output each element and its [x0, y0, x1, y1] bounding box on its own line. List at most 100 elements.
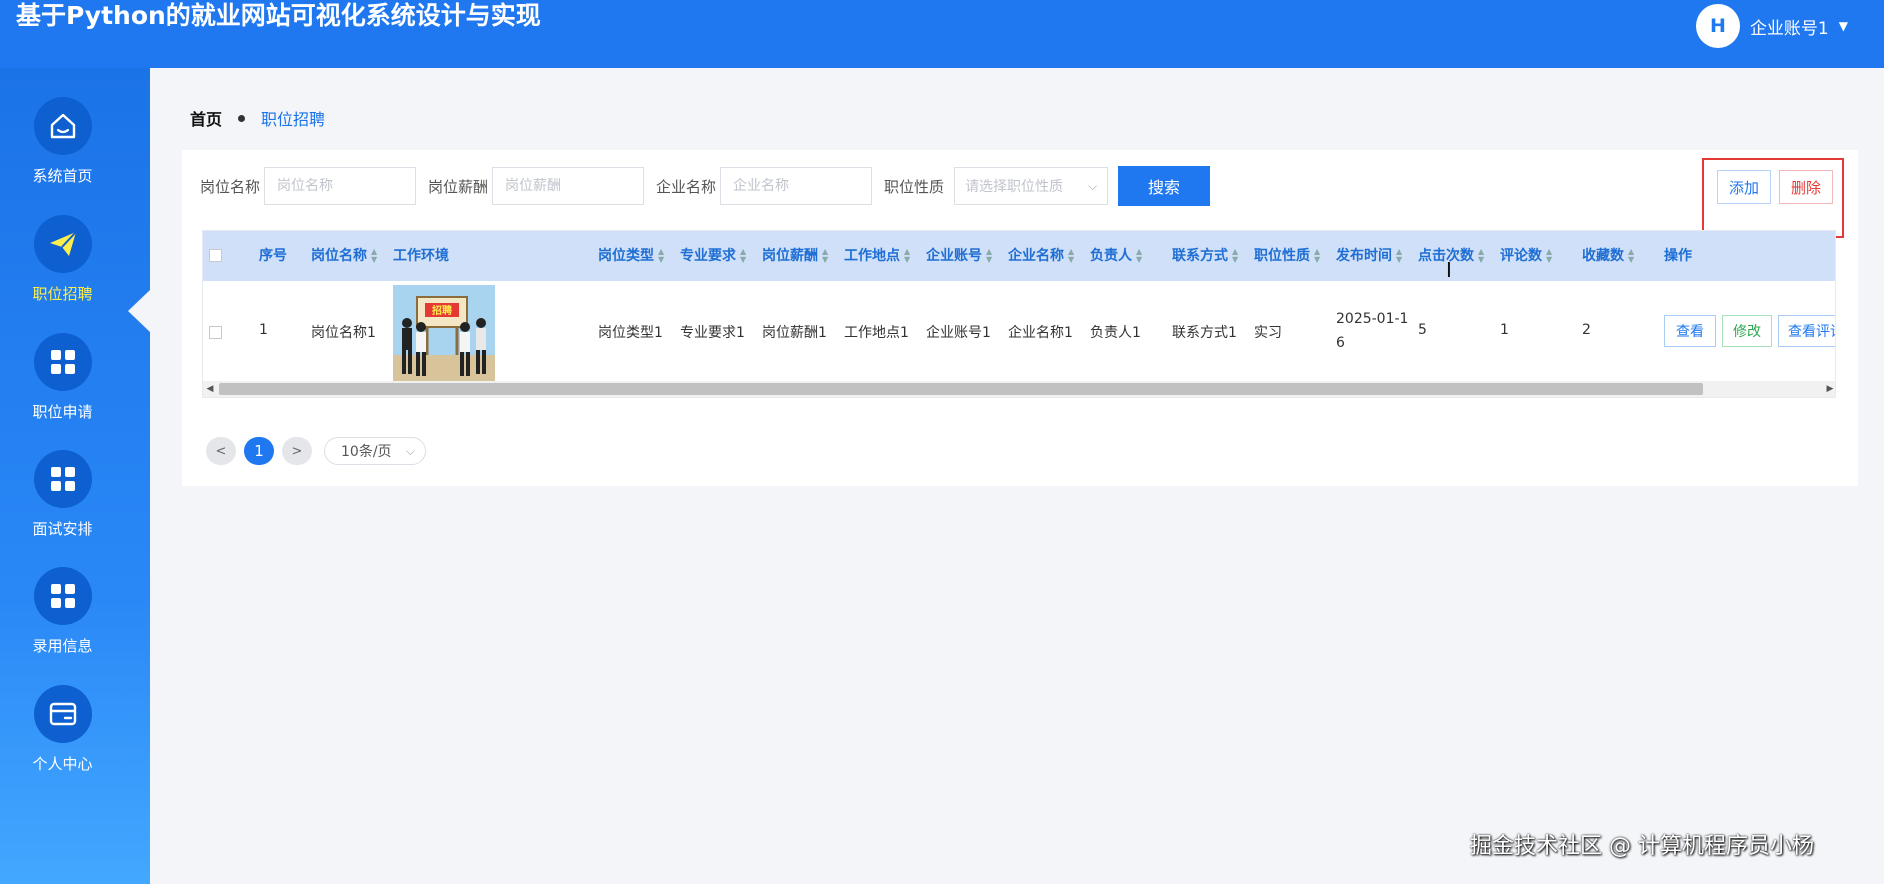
- cell-job-type: 岗位类型1: [598, 325, 663, 341]
- cell-favorites: 2: [1582, 322, 1591, 338]
- prev-page-button[interactable]: <: [206, 437, 236, 465]
- text-cursor-icon: I: [1446, 258, 1452, 282]
- column-header[interactable]: 专业要求 ▲ ▼: [680, 231, 746, 281]
- company-name-input[interactable]: [720, 167, 873, 205]
- select-all-checkbox[interactable]: [209, 249, 222, 262]
- job-table: 序号 岗位名称 ▲ ▼ 工作环境 岗位类型 ▲ ▼ 专业要求 ▲ ▼ 岗位薪酬 ▲ ▼ 工作地点…: [202, 230, 1836, 398]
- cell-comments: 1: [1500, 322, 1509, 338]
- scrollbar-thumb[interactable]: [219, 383, 1703, 395]
- user-name: 企业账号1: [1749, 18, 1829, 39]
- sort-icon: ▲ ▼: [740, 247, 747, 264]
- column-header[interactable]: 企业账号 ▲ ▼: [926, 231, 992, 281]
- column-header[interactable]: 发布时间 ▲ ▼: [1336, 231, 1402, 281]
- column-header[interactable]: 岗位类型 ▲ ▼: [598, 231, 664, 281]
- sidebar-item-label: 系统首页: [32, 167, 93, 185]
- table-row: 1 岗位名称1 招聘 岗位类型1 专业要求1 岗位薪酬1 工作地点1 企业账号1…: [203, 281, 1835, 387]
- column-header[interactable]: 收藏数 ▲ ▼: [1582, 231, 1634, 281]
- company-logo: H: [1695, 4, 1740, 48]
- grid-icon: [33, 567, 92, 625]
- sidebar-item-label: 面试安排: [32, 520, 93, 538]
- main-panel: 岗位名称 岗位薪酬 企业名称 职位性质 请选择职位性质 ⌵ 搜索 添加 删除 序…: [182, 150, 1858, 486]
- page-number-button[interactable]: 1: [244, 437, 274, 465]
- column-header[interactable]: 联系方式 ▲ ▼: [1172, 231, 1238, 281]
- column-header[interactable]: 岗位名称 ▲ ▼: [311, 231, 377, 281]
- cell-company-account: 企业账号1: [926, 325, 991, 341]
- edit-button[interactable]: 修改: [1722, 315, 1772, 347]
- search-button[interactable]: 搜索: [1118, 166, 1211, 206]
- svg-text:招聘: 招聘: [432, 304, 452, 317]
- sort-icon: ▲ ▼: [1546, 247, 1553, 264]
- sort-icon: ▲ ▼: [1232, 247, 1239, 264]
- home-icon: [33, 97, 92, 155]
- cell-location: 工作地点1: [844, 325, 909, 341]
- next-page-button[interactable]: >: [282, 437, 312, 465]
- user-menu[interactable]: H 企业账号1 ▼: [1695, 4, 1848, 48]
- cell-contact: 联系方式1: [1172, 325, 1237, 341]
- watermark: 掘金技术社区 @ 计算机程序员小杨: [1470, 834, 1814, 859]
- column-header[interactable]: 评论数 ▲ ▼: [1500, 231, 1552, 281]
- search-label-job-name: 岗位名称: [200, 177, 261, 196]
- sidebar-item-home[interactable]: 系统首页: [0, 92, 125, 202]
- scroll-left-icon[interactable]: ◀: [203, 381, 217, 397]
- view-button[interactable]: 查看: [1664, 315, 1716, 347]
- top-bar: 基于Python的就业网站可视化系统设计与实现 H 企业账号1 ▼: [0, 0, 1884, 68]
- salary-input[interactable]: [492, 167, 645, 205]
- sidebar-item-offers[interactable]: 录用信息: [0, 562, 125, 672]
- column-header: 工作环境: [393, 248, 449, 264]
- sidebar-item-interviews[interactable]: 面试安排: [0, 445, 125, 555]
- breadcrumb: 首页 职位招聘: [190, 106, 325, 130]
- column-header[interactable]: 企业名称 ▲ ▼: [1008, 231, 1074, 281]
- cell-company-name: 企业名称1: [1008, 325, 1073, 341]
- sort-icon: ▲ ▼: [986, 247, 993, 264]
- job-nature-select[interactable]: 请选择职位性质 ⌵: [954, 167, 1109, 205]
- cell-clicks: 5: [1418, 322, 1427, 338]
- column-header[interactable]: 职位性质 ▲ ▼: [1254, 231, 1320, 281]
- cell-job-nature: 实习: [1254, 325, 1282, 341]
- page-size-select[interactable]: 10条/页 ⌵: [324, 437, 426, 465]
- sort-icon: ▲ ▼: [1628, 247, 1635, 264]
- page-size-value: 10条/页: [341, 444, 392, 460]
- scroll-right-icon[interactable]: ▶: [1823, 381, 1835, 397]
- table-header: 序号 岗位名称 ▲ ▼ 工作环境 岗位类型 ▲ ▼ 专业要求 ▲ ▼ 岗位薪酬 ▲ ▼ 工作地点…: [203, 231, 1835, 281]
- row-checkbox[interactable]: [209, 326, 222, 339]
- paper-plane-icon: [33, 215, 92, 273]
- sidebar-item-label: 个人中心: [32, 755, 93, 773]
- sidebar-item-profile[interactable]: 个人中心: [0, 680, 125, 790]
- view-comments-button[interactable]: 查看评论: [1778, 315, 1835, 347]
- search-label-salary: 岗位薪酬: [428, 177, 489, 196]
- column-header[interactable]: 岗位薪酬 ▲ ▼: [762, 231, 828, 281]
- cell-publish-time-line2: 6: [1336, 335, 1345, 351]
- cell-job-name: 岗位名称1: [311, 325, 376, 341]
- cell-publish-time-line1: 2025-01-1: [1336, 311, 1409, 327]
- card-icon: [33, 685, 92, 743]
- sort-icon: ▲ ▼: [1068, 247, 1075, 264]
- sort-icon: ▲ ▼: [904, 247, 911, 264]
- breadcrumb-home[interactable]: 首页: [190, 106, 222, 130]
- sidebar-item-jobs[interactable]: 职位招聘: [0, 210, 125, 320]
- breadcrumb-current: 职位招聘: [261, 110, 326, 129]
- sort-icon: ▲ ▼: [1478, 247, 1485, 264]
- work-environment-image[interactable]: 招聘: [393, 285, 495, 387]
- grid-icon: [33, 333, 92, 391]
- sort-icon: ▲ ▼: [1396, 247, 1403, 264]
- column-header[interactable]: 负责人 ▲ ▼: [1090, 231, 1142, 281]
- cell-manager: 负责人1: [1090, 325, 1141, 341]
- pagination: < 1 > 10条/页 ⌵: [206, 437, 426, 465]
- sidebar-item-label: 职位申请: [32, 403, 93, 421]
- active-nav-indicator: [128, 290, 150, 332]
- sort-icon: ▲ ▼: [1136, 247, 1143, 264]
- sort-icon: ▲ ▼: [658, 247, 665, 264]
- sidebar-item-applications[interactable]: 职位申请: [0, 328, 125, 438]
- search-label-nature: 职位性质: [884, 177, 945, 196]
- sidebar: 系统首页 职位招聘 职位申请 面试安排 录用信息 个人中心: [0, 68, 150, 884]
- column-header[interactable]: 工作地点 ▲ ▼: [844, 231, 910, 281]
- search-bar: 岗位名称 岗位薪酬 企业名称 职位性质 请选择职位性质 ⌵ 搜索: [200, 166, 1211, 206]
- column-header: 序号: [259, 248, 287, 264]
- chevron-down-icon: ⌵: [1087, 178, 1098, 193]
- delete-button[interactable]: 删除: [1779, 170, 1833, 204]
- grid-icon: [33, 450, 92, 508]
- table-horizontal-scrollbar[interactable]: ◀ ▶: [203, 381, 1835, 397]
- search-label-company: 企业名称: [656, 177, 717, 196]
- add-button[interactable]: 添加: [1717, 170, 1771, 204]
- job-name-input[interactable]: [264, 167, 417, 205]
